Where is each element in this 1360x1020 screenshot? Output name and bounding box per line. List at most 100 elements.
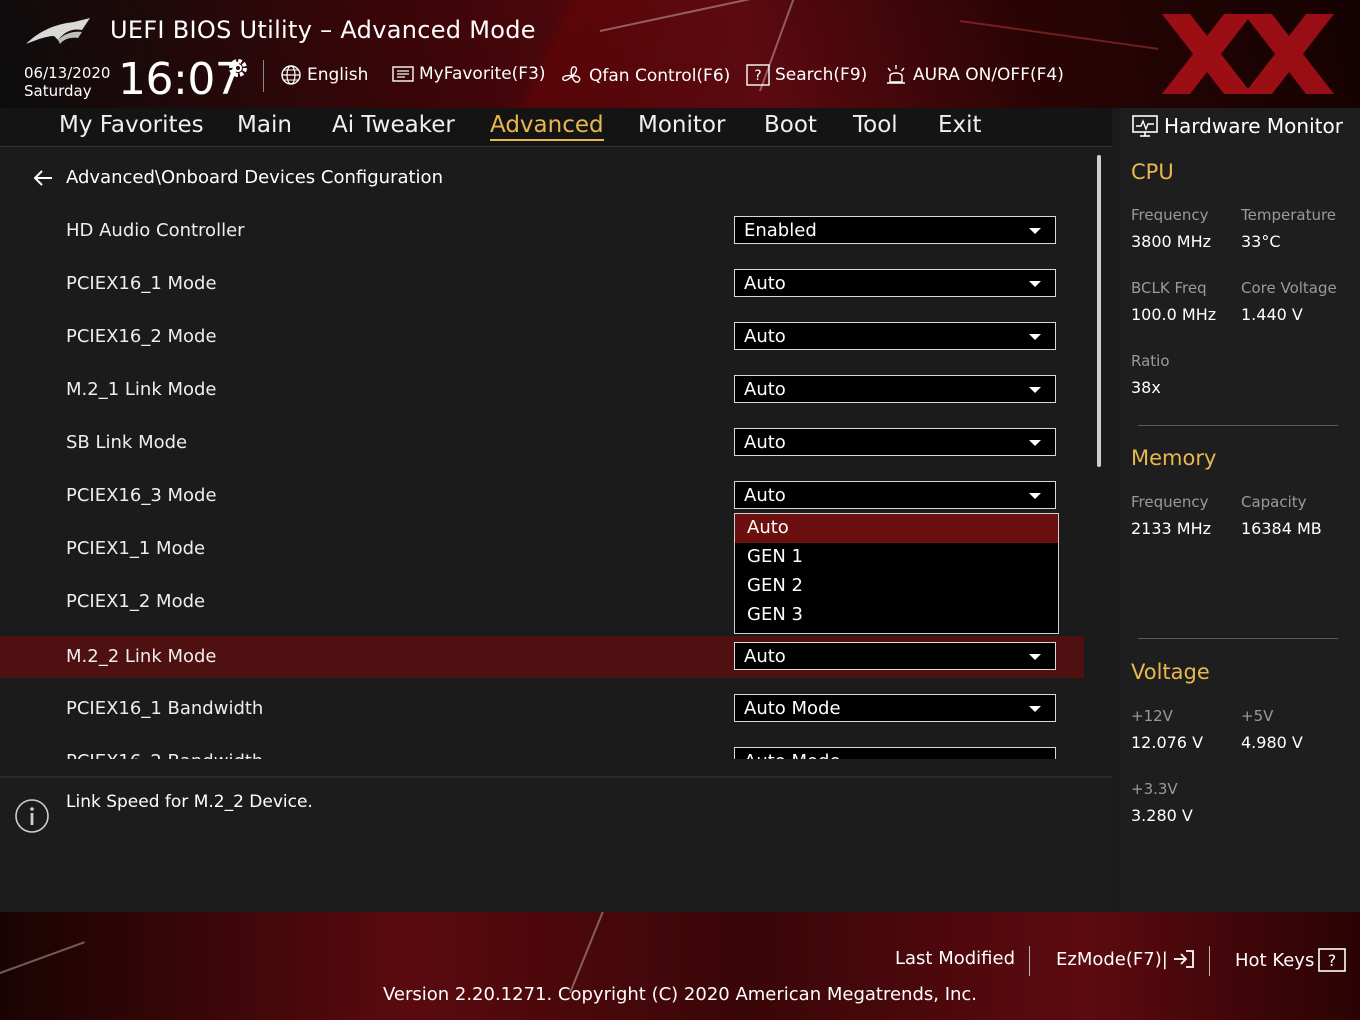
- tab-tool[interactable]: Tool: [853, 112, 898, 138]
- memory-capacity-label: Capacity: [1241, 493, 1307, 511]
- select-value: Auto: [744, 432, 786, 453]
- tab-exit[interactable]: Exit: [938, 112, 982, 138]
- pciex16-2-mode-select[interactable]: Auto: [734, 322, 1056, 350]
- hardware-monitor-title: Hardware Monitor: [1132, 114, 1343, 138]
- section-divider: [1138, 425, 1338, 426]
- setting-row-hd-audio[interactable]: HD Audio Controller Enabled: [0, 210, 1084, 252]
- setting-row-pciex16-2-bandwidth[interactable]: PCIEX16_2 Bandwidth Auto Mode: [0, 741, 1084, 759]
- footer-bar: Last Modified EzMode(F7)| Hot Keys ? Ver…: [0, 912, 1360, 1020]
- svg-text:?: ?: [1328, 951, 1337, 970]
- back-arrow-icon[interactable]: [32, 169, 54, 187]
- setting-label: PCIEX16_3 Mode: [66, 485, 217, 506]
- language-label: English: [307, 65, 369, 85]
- select-value: Auto: [744, 326, 786, 347]
- dropdown-arrow-icon: [1029, 440, 1041, 446]
- toolbar-divider: [263, 60, 264, 92]
- day-label: Saturday: [24, 82, 92, 100]
- hot-keys-button[interactable]: Hot Keys ?: [1235, 948, 1347, 972]
- aura-toggle-button[interactable]: AURA ON/OFF(F4): [884, 64, 1064, 86]
- gear-icon[interactable]: [226, 56, 250, 80]
- hd-audio-select[interactable]: Enabled: [734, 216, 1056, 244]
- last-modified-button[interactable]: Last Modified: [895, 948, 1015, 969]
- sb-link-mode-select[interactable]: Auto: [734, 428, 1056, 456]
- setting-row-sb-link-mode[interactable]: SB Link Mode Auto: [0, 422, 1084, 464]
- setting-label: PCIEX16_2 Bandwidth: [66, 751, 263, 759]
- cpu-frequency-value: 3800 MHz: [1131, 232, 1212, 251]
- setting-row-m2-2-link-mode[interactable]: M.2_2 Link Mode Auto: [0, 636, 1084, 678]
- footer-divider: [1209, 946, 1210, 976]
- m2-2-link-mode-select[interactable]: Auto: [734, 642, 1056, 670]
- tab-ai-tweaker[interactable]: Ai Tweaker: [332, 112, 455, 138]
- option-gen-2[interactable]: GEN 2: [735, 572, 1058, 601]
- ratio-value: 38x: [1131, 378, 1161, 397]
- pciex16-1-mode-select[interactable]: Auto: [734, 269, 1056, 297]
- setting-label: M.2_1 Link Mode: [66, 379, 217, 400]
- qfan-label: Qfan Control(F6): [589, 66, 731, 86]
- m2-1-link-mode-select[interactable]: Auto: [734, 375, 1056, 403]
- version-copyright: Version 2.20.1271. Copyright (C) 2020 Am…: [382, 984, 978, 1005]
- ratio-label: Ratio: [1131, 352, 1170, 370]
- tab-main[interactable]: Main: [237, 112, 292, 138]
- settings-panel: Advanced\Onboard Devices Configuration H…: [0, 146, 1112, 767]
- pciex16-1-bandwidth-select[interactable]: Auto Mode: [734, 694, 1056, 722]
- monitor-icon: [1132, 115, 1158, 137]
- dropdown-arrow-icon: [1029, 706, 1041, 712]
- setting-row-pciex16-1-mode[interactable]: PCIEX16_1 Mode Auto: [0, 263, 1084, 305]
- setting-row-pciex16-3-mode[interactable]: PCIEX16_3 Mode Auto: [0, 475, 1084, 517]
- memory-frequency-value: 2133 MHz: [1131, 519, 1212, 538]
- tab-my-favorites[interactable]: My Favorites: [59, 112, 204, 138]
- hot-keys-label: Hot Keys: [1235, 949, 1315, 971]
- myfavorite-label: MyFavorite(F3): [419, 64, 546, 84]
- option-gen-1[interactable]: GEN 1: [735, 543, 1058, 572]
- language-button[interactable]: English: [280, 64, 368, 86]
- tab-monitor[interactable]: Monitor: [638, 112, 725, 138]
- settings-scroll-area: Advanced\Onboard Devices Configuration H…: [0, 147, 1090, 759]
- memory-heading: Memory: [1131, 446, 1217, 470]
- select-value: Auto: [744, 273, 786, 294]
- dropdown-arrow-icon: [1029, 654, 1041, 660]
- option-auto[interactable]: Auto: [735, 514, 1058, 543]
- v33-value: 3.280 V: [1131, 806, 1193, 825]
- dropdown-arrow-icon: [1029, 493, 1041, 499]
- setting-label: M.2_2 Link Mode: [66, 646, 217, 667]
- setting-row-m2-1-link-mode[interactable]: M.2_1 Link Mode Auto: [0, 369, 1084, 411]
- bclk-label: BCLK Freq: [1131, 279, 1207, 297]
- select-value: Auto Mode: [744, 698, 841, 719]
- tab-boot[interactable]: Boot: [764, 112, 817, 138]
- decor-streak: [599, 0, 855, 32]
- hardware-monitor-label: Hardware Monitor: [1164, 114, 1343, 138]
- dropdown-arrow-icon: [1029, 281, 1041, 287]
- svg-text:?: ?: [754, 68, 761, 84]
- search-button[interactable]: ? Search(F9): [746, 64, 867, 86]
- myfavorite-button[interactable]: MyFavorite(F3): [392, 64, 546, 84]
- cpu-temperature-value: 33°C: [1241, 232, 1281, 251]
- breadcrumb: Advanced\Onboard Devices Configuration: [32, 167, 443, 188]
- rog-logo-icon: [26, 18, 90, 44]
- qfan-control-button[interactable]: Qfan Control(F6): [560, 64, 730, 88]
- hardware-monitor-panel: Hardware Monitor CPU Frequency Temperatu…: [1120, 108, 1360, 912]
- option-gen-3[interactable]: GEN 3: [735, 601, 1058, 630]
- app-title: UEFI BIOS Utility – Advanced Mode: [110, 16, 536, 44]
- v12-label: +12V: [1131, 707, 1173, 725]
- decor-streak: [959, 20, 1159, 50]
- settings-scrollbar[interactable]: [1097, 155, 1101, 467]
- v5-label: +5V: [1241, 707, 1274, 725]
- tab-advanced[interactable]: Advanced: [490, 112, 604, 141]
- globe-icon: [281, 65, 301, 85]
- core-voltage-value: 1.440 V: [1241, 305, 1303, 324]
- setting-label: PCIEX16_2 Mode: [66, 326, 217, 347]
- pciex16-2-bandwidth-select[interactable]: Auto Mode: [734, 747, 1056, 759]
- memory-capacity-value: 16384 MB: [1241, 519, 1322, 538]
- core-voltage-label: Core Voltage: [1241, 279, 1337, 297]
- select-value: Enabled: [744, 220, 817, 241]
- ezmode-button[interactable]: EzMode(F7)|: [1056, 948, 1196, 970]
- v33-label: +3.3V: [1131, 780, 1178, 798]
- watermark-logo-icon: [1162, 14, 1334, 94]
- v12-value: 12.076 V: [1131, 733, 1204, 752]
- pciex16-3-mode-select[interactable]: Auto: [734, 481, 1056, 509]
- setting-row-pciex16-1-bandwidth[interactable]: PCIEX16_1 Bandwidth Auto Mode: [0, 688, 1084, 730]
- cpu-frequency-label: Frequency: [1131, 206, 1209, 224]
- pciex16-3-mode-options-list: Auto GEN 1 GEN 2 GEN 3: [734, 513, 1059, 634]
- setting-label: PCIEX1_1 Mode: [66, 538, 206, 559]
- setting-row-pciex16-2-mode[interactable]: PCIEX16_2 Mode Auto: [0, 316, 1084, 358]
